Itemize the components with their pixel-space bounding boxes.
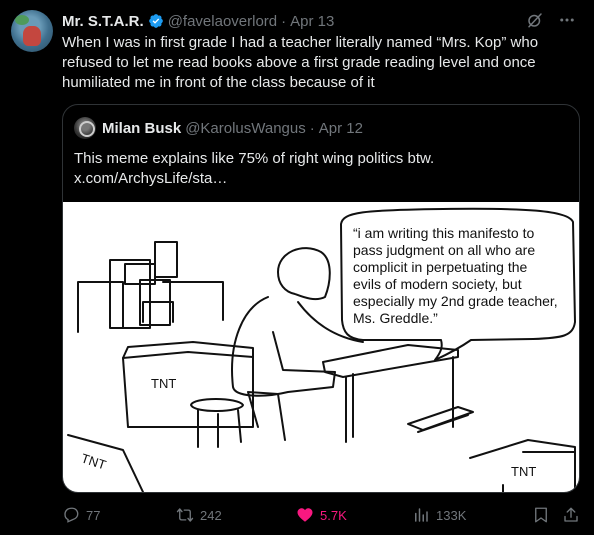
author-handle[interactable]: @favelaoverlord bbox=[168, 13, 277, 30]
verified-badge-icon bbox=[148, 14, 163, 28]
bookmark-button[interactable] bbox=[532, 504, 550, 526]
heart-icon bbox=[297, 508, 313, 522]
tweet-text: When I was in first grade I had a teache… bbox=[62, 34, 539, 91]
crate-label-3: TNT bbox=[511, 464, 537, 479]
quoted-body: This meme explains like 75% of right win… bbox=[74, 150, 435, 167]
quoted-link[interactable]: x.com/ArchysLife/sta… bbox=[74, 170, 227, 187]
quoted-author-name: Milan Busk bbox=[102, 119, 182, 137]
stool bbox=[190, 398, 244, 412]
quoted-avatar bbox=[74, 117, 96, 139]
more-icon[interactable] bbox=[558, 11, 576, 29]
quoted-text: This meme explains like 75% of right win… bbox=[74, 149, 534, 189]
meme-caption: “i am writing this manifesto to pass jud… bbox=[353, 225, 558, 326]
avatar-figure bbox=[23, 26, 41, 46]
quoted-tweet[interactable]: Milan Busk @KarolusWangus · Apr 12 This … bbox=[62, 104, 580, 493]
views-icon bbox=[415, 508, 428, 522]
meme-image[interactable]: “i am writing this manifesto to pass jud… bbox=[63, 202, 579, 492]
bookmark-icon bbox=[535, 507, 547, 523]
like-button[interactable]: 5.7K bbox=[296, 504, 347, 526]
tweet-date[interactable]: Apr 13 bbox=[290, 13, 334, 30]
quoted-author-handle: @KarolusWangus bbox=[185, 119, 306, 137]
share-button[interactable] bbox=[562, 504, 580, 526]
views-button[interactable]: 133K bbox=[412, 504, 466, 526]
reply-count: 77 bbox=[86, 507, 101, 523]
action-bar: 77 242 5.7K 133K bbox=[62, 504, 582, 526]
crate-label-1: TNT bbox=[151, 376, 177, 391]
views-count: 133K bbox=[436, 507, 467, 523]
person-body bbox=[231, 296, 336, 397]
repost-icon bbox=[176, 508, 194, 522]
tweet-header: Mr. S.T.A.R. @favelaoverlord · Apr 13 bbox=[62, 11, 584, 31]
header-icons bbox=[526, 11, 576, 29]
like-count: 5.7K bbox=[320, 507, 347, 523]
author-avatar[interactable] bbox=[11, 10, 53, 52]
repost-count: 242 bbox=[200, 507, 222, 523]
repost-button[interactable]: 242 bbox=[176, 504, 222, 526]
desk bbox=[322, 344, 459, 378]
grok-icon[interactable] bbox=[526, 11, 544, 29]
quoted-date: Apr 12 bbox=[318, 119, 363, 137]
header-separator: · bbox=[281, 12, 287, 30]
quoted-header-separator: · bbox=[309, 119, 315, 137]
reply-button[interactable]: 77 bbox=[62, 504, 100, 526]
quoted-header: Milan Busk @KarolusWangus · Apr 12 bbox=[74, 117, 363, 139]
box-top bbox=[154, 241, 178, 278]
person-head bbox=[277, 247, 331, 301]
share-icon bbox=[564, 507, 578, 522]
avatar-leaf bbox=[15, 15, 29, 25]
author-name[interactable]: Mr. S.T.A.R. bbox=[62, 13, 144, 30]
reply-icon bbox=[64, 507, 79, 523]
